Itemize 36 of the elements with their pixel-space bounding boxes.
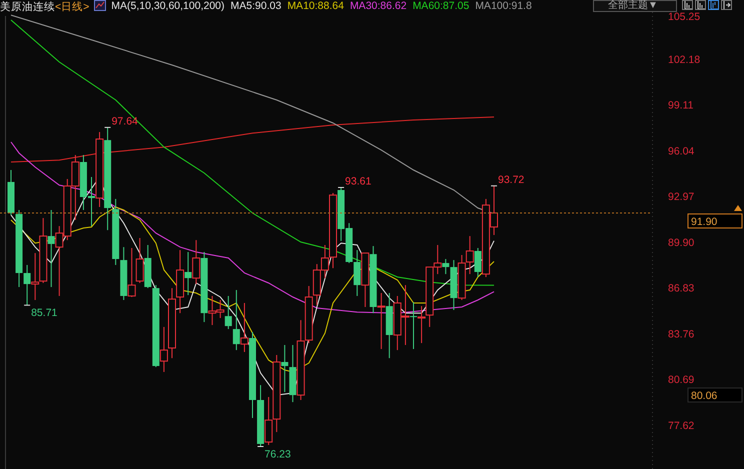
extreme-marker (490, 185, 498, 186)
extreme-marker (257, 446, 264, 447)
period-label: <日线> (55, 0, 90, 14)
extreme-marker (338, 186, 345, 188)
high-price-label: 93.61 (345, 175, 372, 188)
low-price-label: 76.23 (264, 448, 291, 460)
extreme-marker (24, 304, 31, 306)
moving-average-value: MA5:90.03 (230, 0, 282, 12)
up-arrow-icon (734, 204, 742, 211)
extreme-marker (104, 126, 112, 128)
chart-tool-button[interactable] (695, 0, 706, 10)
high-price-label: 93.72 (498, 174, 524, 186)
price-axis-label: 89.90 (668, 236, 694, 249)
chart-tool-button[interactable] (708, 0, 719, 10)
line-chart-icon (94, 0, 106, 11)
price-axis-label: 80.69 (668, 374, 694, 386)
moving-average-value: MA100:91.8 (475, 0, 532, 12)
symbol-name: 美原油连续 (0, 0, 55, 14)
price-axis-label: 83.76 (668, 328, 694, 340)
high-price-label: 97.64 (112, 115, 138, 128)
price-value: 80.06 (691, 390, 718, 402)
price-axis-label: 105.25 (668, 11, 700, 23)
chart-tool-button[interactable] (682, 0, 693, 10)
moving-average-value: MA60:87.05 (412, 0, 470, 12)
chart-tool-button[interactable] (721, 0, 732, 10)
price-axis-label: 102.18 (668, 54, 700, 66)
moving-average-value: MA10:88.64 (287, 0, 344, 12)
price-axis-label: 92.97 (668, 191, 694, 204)
price-axis-label: 96.04 (668, 145, 694, 158)
low-price-label: 85.71 (31, 307, 58, 320)
price-axis-label: 86.83 (668, 282, 694, 295)
price-axis-label: 99.11 (668, 100, 694, 112)
price-axis-label: 77.62 (668, 420, 694, 432)
moving-average-value: MA30:86.62 (350, 0, 407, 12)
indicator-label: MA(5,10,30,60,100,200) (111, 0, 225, 12)
last-price-value: 91.90 (691, 216, 718, 228)
